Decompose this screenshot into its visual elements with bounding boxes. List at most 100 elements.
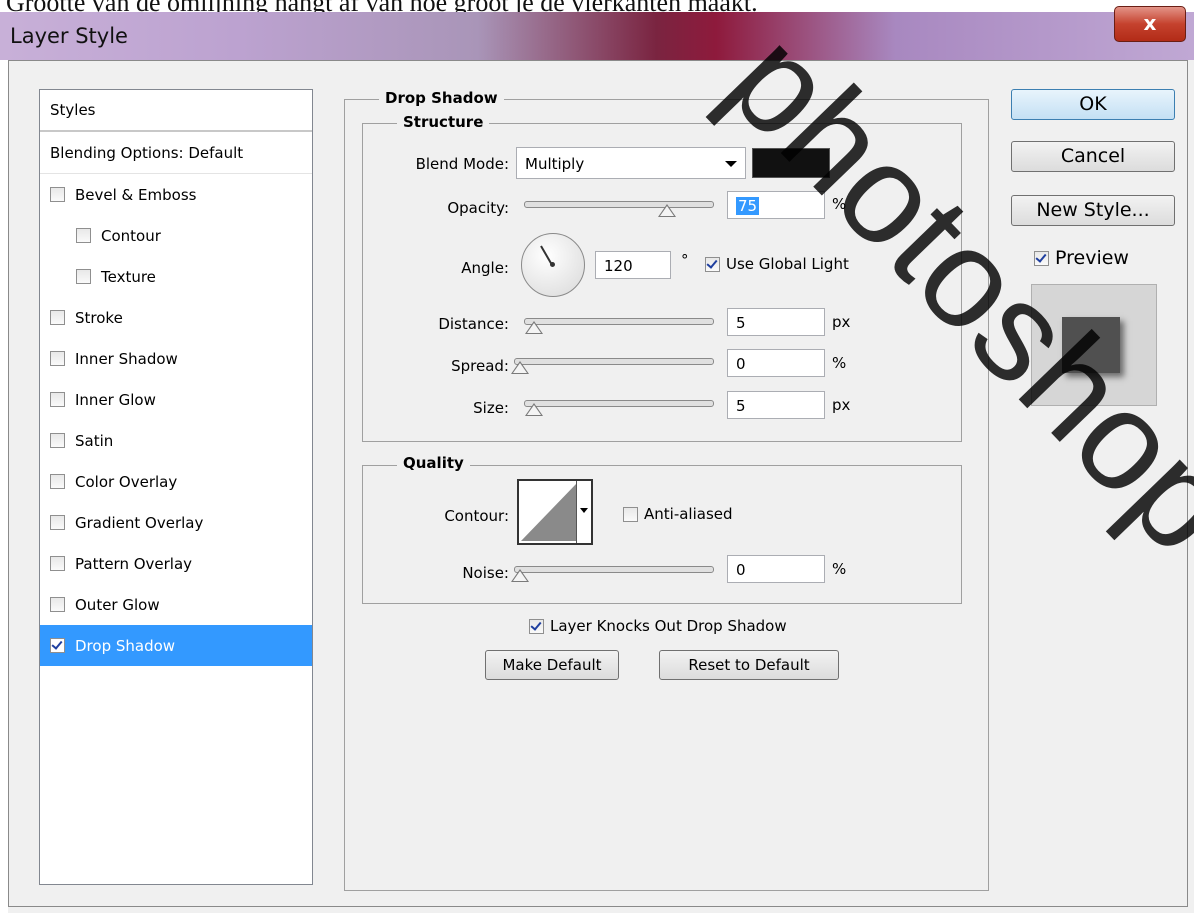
- slider-thumb-icon[interactable]: [511, 569, 529, 582]
- anti-aliased-label: Anti-aliased: [644, 505, 733, 523]
- checkbox-icon[interactable]: [76, 228, 91, 243]
- distance-slider[interactable]: [524, 311, 714, 339]
- style-item-label: Satin: [75, 431, 114, 450]
- preview-square: [1062, 317, 1120, 373]
- style-item-bevel-emboss[interactable]: Bevel & Emboss: [40, 174, 312, 215]
- size-value: 5: [736, 397, 746, 415]
- style-item-label: Color Overlay: [75, 472, 178, 491]
- angle-label: Angle:: [461, 259, 509, 277]
- spread-label: Spread:: [451, 357, 509, 375]
- distance-value: 5: [736, 314, 746, 332]
- quality-title: Quality: [397, 454, 470, 472]
- chevron-down-icon: [725, 161, 737, 167]
- style-item-satin[interactable]: Satin: [40, 420, 312, 461]
- checkbox-icon[interactable]: [50, 474, 65, 489]
- size-input[interactable]: 5: [727, 391, 825, 419]
- style-item-drop-shadow[interactable]: Drop Shadow: [40, 625, 312, 666]
- checkbox-icon[interactable]: [50, 351, 65, 366]
- structure-title: Structure: [397, 113, 490, 131]
- style-item-texture[interactable]: Texture: [40, 256, 312, 297]
- blend-mode-select[interactable]: Multiply: [516, 147, 746, 179]
- use-global-light-label: Use Global Light: [726, 255, 849, 273]
- angle-input[interactable]: 120: [595, 251, 671, 279]
- close-button[interactable]: x: [1114, 6, 1186, 42]
- checkbox-checked-icon[interactable]: [529, 618, 544, 634]
- opacity-label: Opacity:: [447, 199, 509, 217]
- noise-label: Noise:: [462, 564, 509, 582]
- checkbox-icon[interactable]: [50, 392, 65, 407]
- blend-mode-value: Multiply: [525, 155, 585, 173]
- style-item-color-overlay[interactable]: Color Overlay: [40, 461, 312, 502]
- style-item-label: Outer Glow: [75, 595, 160, 614]
- shadow-color-swatch[interactable]: [752, 148, 830, 178]
- reset-default-button[interactable]: Reset to Default: [659, 650, 839, 680]
- checkbox-icon[interactable]: [50, 433, 65, 448]
- size-slider[interactable]: [524, 393, 714, 421]
- style-item-gradient-overlay[interactable]: Gradient Overlay: [40, 502, 312, 543]
- preview-thumbnail: [1031, 284, 1157, 406]
- dialog-frame: Styles Blending Options: Default Bevel &…: [8, 60, 1188, 907]
- noise-value: 0: [736, 561, 746, 579]
- chevron-down-icon: [580, 508, 588, 513]
- checkbox-icon[interactable]: [76, 269, 91, 284]
- style-item-label: Texture: [101, 267, 156, 286]
- checkbox-icon[interactable]: [623, 506, 638, 522]
- angle-degree-symbol: °: [681, 251, 689, 269]
- opacity-unit: %: [832, 195, 847, 213]
- opacity-input[interactable]: 75: [727, 191, 825, 219]
- spread-value: 0: [736, 355, 746, 373]
- use-global-light-checkbox[interactable]: Use Global Light: [705, 255, 849, 273]
- checkbox-checked-icon[interactable]: [705, 256, 720, 272]
- style-item-label: Stroke: [75, 308, 123, 327]
- styles-header[interactable]: Styles: [40, 90, 312, 132]
- checkbox-checked-icon[interactable]: [1034, 250, 1049, 266]
- slider-thumb-icon[interactable]: [657, 204, 676, 217]
- blending-options-item[interactable]: Blending Options: Default: [40, 132, 312, 174]
- new-style-button[interactable]: New Style...: [1011, 195, 1175, 226]
- contour-picker[interactable]: [517, 479, 593, 545]
- spread-input[interactable]: 0: [727, 349, 825, 377]
- layer-knocks-out-checkbox[interactable]: Layer Knocks Out Drop Shadow: [529, 617, 787, 635]
- ok-button[interactable]: OK: [1011, 89, 1175, 120]
- contour-dropdown[interactable]: [576, 481, 591, 543]
- style-item-contour[interactable]: Contour: [40, 215, 312, 256]
- anti-aliased-checkbox[interactable]: Anti-aliased: [623, 505, 733, 523]
- blend-mode-label: Blend Mode:: [415, 155, 509, 173]
- checkbox-icon[interactable]: [50, 556, 65, 571]
- style-item-outer-glow[interactable]: Outer Glow: [40, 584, 312, 625]
- slider-track: [524, 201, 714, 208]
- style-item-stroke[interactable]: Stroke: [40, 297, 312, 338]
- spread-slider[interactable]: [511, 351, 714, 379]
- style-item-inner-shadow[interactable]: Inner Shadow: [40, 338, 312, 379]
- slider-track: [514, 566, 714, 573]
- slider-track: [524, 400, 714, 407]
- opacity-slider[interactable]: [524, 194, 714, 222]
- preview-checkbox[interactable]: Preview: [1034, 247, 1129, 269]
- layer-knocks-out-label: Layer Knocks Out Drop Shadow: [550, 617, 787, 635]
- style-item-pattern-overlay[interactable]: Pattern Overlay: [40, 543, 312, 584]
- blending-options-label: Blending Options: Default: [50, 143, 244, 162]
- checkbox-icon[interactable]: [50, 597, 65, 612]
- distance-input[interactable]: 5: [727, 308, 825, 336]
- checkbox-checked-icon[interactable]: [50, 638, 65, 653]
- cancel-button[interactable]: Cancel: [1011, 141, 1175, 172]
- opacity-value: 75: [736, 197, 760, 215]
- preview-label: Preview: [1055, 247, 1129, 269]
- drop-shadow-title: Drop Shadow: [379, 89, 504, 107]
- make-default-button[interactable]: Make Default: [485, 650, 619, 680]
- slider-thumb-icon[interactable]: [511, 361, 529, 374]
- noise-input[interactable]: 0: [727, 555, 825, 583]
- slider-track: [524, 318, 714, 325]
- noise-slider[interactable]: [511, 559, 714, 587]
- checkbox-icon[interactable]: [50, 310, 65, 325]
- angle-dial[interactable]: [521, 233, 585, 297]
- slider-thumb-icon[interactable]: [525, 403, 543, 416]
- slider-thumb-icon[interactable]: [525, 321, 543, 334]
- angle-dial-center-icon: [550, 262, 555, 267]
- contour-curve-icon: [521, 483, 577, 541]
- checkbox-icon[interactable]: [50, 515, 65, 530]
- style-item-label: Pattern Overlay: [75, 554, 193, 573]
- size-label: Size:: [473, 399, 509, 417]
- style-item-inner-glow[interactable]: Inner Glow: [40, 379, 312, 420]
- checkbox-icon[interactable]: [50, 187, 65, 202]
